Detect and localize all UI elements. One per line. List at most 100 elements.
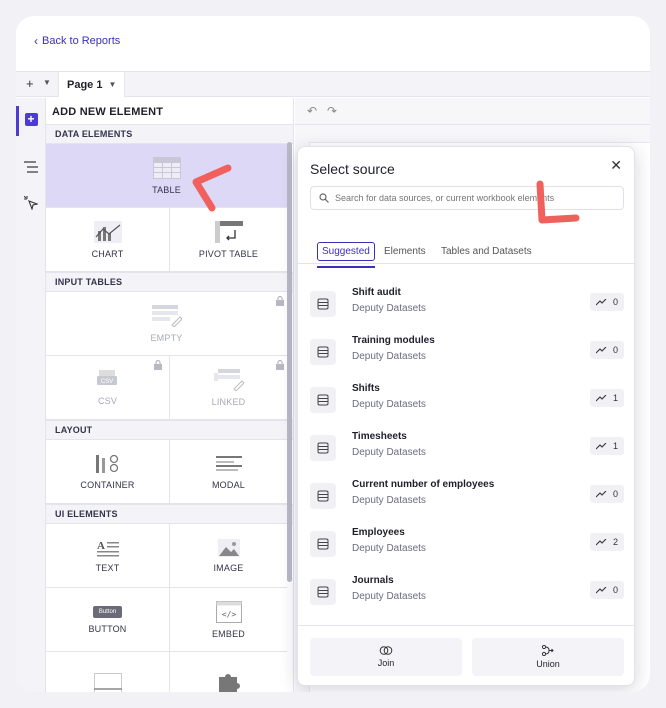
union-label: Union [536, 659, 560, 669]
usage-count: 2 [612, 537, 618, 547]
panel-title: ADD NEW ELEMENT [52, 106, 164, 118]
list-item[interactable]: Training modules Deputy Datasets 0 [298, 327, 634, 375]
dataset-source: Deputy Datasets [352, 495, 426, 506]
svg-text:CSV: CSV [100, 379, 112, 385]
modal-element-tile[interactable]: MODAL [170, 440, 287, 504]
undo-icon[interactable]: ↶ [307, 104, 317, 118]
dialog-title: Select source [310, 161, 395, 177]
tab-suggested[interactable]: Suggested [317, 242, 375, 268]
add-page-button[interactable]: + [26, 76, 34, 91]
usage-count-badge: 0 [589, 341, 624, 359]
trend-icon [595, 298, 607, 305]
source-search-input[interactable] [335, 193, 615, 203]
trend-icon [595, 490, 607, 497]
dataset-source: Deputy Datasets [352, 447, 426, 458]
dataset-source: Deputy Datasets [352, 399, 426, 410]
tab-elements[interactable]: Elements [380, 243, 430, 260]
svg-text:</>: </> [221, 610, 236, 619]
modal-icon [215, 455, 242, 471]
dataset-source: Deputy Datasets [352, 351, 426, 362]
tile-label: MODAL [211, 479, 245, 490]
back-to-reports-link[interactable]: ‹ Back to Reports [34, 34, 120, 48]
embed-element-tile[interactable]: </> EMBED [170, 588, 287, 652]
join-button[interactable]: Join [310, 638, 462, 676]
usage-count-badge: 0 [589, 485, 624, 503]
left-rail: + [16, 98, 46, 692]
interactions-rail-button[interactable] [22, 194, 40, 212]
tile-label: EMBED [211, 628, 245, 639]
close-icon[interactable]: ✕ [610, 157, 622, 174]
section-layout: LAYOUT [46, 420, 293, 440]
page-tab[interactable]: Page 1 ▼ [58, 72, 126, 97]
section-data-elements: DATA ELEMENTS [46, 124, 293, 144]
dataset-source: Deputy Datasets [352, 543, 426, 554]
undo-bar: ↶ ↷ [295, 98, 650, 125]
dataset-icon [310, 579, 336, 605]
union-button[interactable]: Union [472, 638, 624, 676]
divider-element-tile[interactable] [46, 652, 170, 692]
plugin-element-tile[interactable] [170, 652, 287, 692]
dataset-icon [310, 339, 336, 365]
trend-icon [595, 442, 607, 449]
puzzle-icon [218, 673, 240, 692]
list-item[interactable]: Shift audit Deputy Datasets 0 [298, 279, 634, 327]
source-tabs: Suggested Elements Tables and Datasets [310, 225, 634, 268]
usage-count: 1 [612, 441, 618, 451]
usage-count-badge: 2 [589, 533, 624, 551]
add-element-rail-button[interactable]: + [22, 110, 40, 128]
section-ui-elements: UI ELEMENTS [46, 504, 293, 524]
rail-active-indicator [16, 106, 19, 136]
dataset-name: Training modules [352, 335, 435, 346]
join-label: Join [377, 658, 395, 668]
redo-icon[interactable]: ↷ [327, 104, 337, 118]
trend-icon [595, 538, 607, 545]
list-item[interactable]: Current number of employees Deputy Datas… [298, 471, 634, 519]
linked-input-table-tile[interactable]: LINKED [170, 356, 287, 420]
lock-icon [276, 360, 284, 370]
dataset-name: Timesheets [352, 431, 407, 442]
container-icon [95, 454, 118, 473]
usage-count: 1 [612, 393, 618, 403]
linked-table-icon [213, 368, 244, 391]
panel-scrollbar[interactable] [287, 98, 292, 692]
select-source-dialog: Select source ✕ Suggested Elements Table… [297, 146, 635, 686]
usage-count: 0 [612, 585, 618, 595]
list-item[interactable]: Employees Deputy Datasets 2 [298, 519, 634, 567]
image-element-tile[interactable]: IMAGE [170, 524, 287, 588]
source-search-box[interactable] [310, 186, 624, 210]
pivot-table-element-tile[interactable]: PIVOT TABLE [170, 208, 287, 272]
table-element-tile[interactable]: TABLE [46, 144, 287, 208]
tile-label: BUTTON [88, 623, 127, 634]
list-item[interactable]: Timesheets Deputy Datasets 1 [298, 423, 634, 471]
empty-table-icon [151, 304, 182, 327]
dataset-source: Deputy Datasets [352, 591, 426, 602]
list-item[interactable]: Shifts Deputy Datasets 1 [298, 375, 634, 423]
tile-label: CHART [91, 248, 124, 259]
dataset-icon [310, 387, 336, 413]
chart-icon [93, 220, 122, 243]
tile-label: CONTAINER [80, 479, 135, 490]
tile-label: TEXT [95, 562, 120, 573]
usage-count: 0 [612, 489, 618, 499]
outline-rail-button[interactable] [22, 158, 40, 176]
text-element-tile[interactable]: A TEXT [46, 524, 170, 588]
tab-tables-and-datasets[interactable]: Tables and Datasets [437, 243, 536, 260]
dataset-name: Shift audit [352, 287, 401, 298]
scrollbar-thumb[interactable] [287, 142, 292, 582]
button-element-tile[interactable]: Button BUTTON [46, 588, 170, 652]
list-item[interactable] [298, 615, 634, 625]
divider-icon [93, 672, 122, 692]
app-frame: ‹ Back to Reports + ▼ Page 1 ▼ + ADD NEW… [16, 16, 650, 692]
list-item[interactable]: Journals Deputy Datasets 0 [298, 567, 634, 615]
container-element-tile[interactable]: CONTAINER [46, 440, 170, 504]
empty-input-table-tile[interactable]: EMPTY [46, 292, 287, 356]
chevron-down-icon[interactable]: ▼ [43, 78, 51, 87]
csv-input-table-tile[interactable]: CSV CSV [46, 356, 170, 420]
outline-list-icon [24, 161, 38, 173]
add-element-panel: ADD NEW ELEMENT DATA ELEMENTS TABLE CHAR… [46, 98, 294, 692]
dataset-name: Employees [352, 527, 405, 538]
chevron-down-icon[interactable]: ▼ [108, 80, 116, 89]
union-icon [542, 645, 554, 656]
chart-element-tile[interactable]: CHART [46, 208, 170, 272]
usage-count-badge: 1 [589, 389, 624, 407]
